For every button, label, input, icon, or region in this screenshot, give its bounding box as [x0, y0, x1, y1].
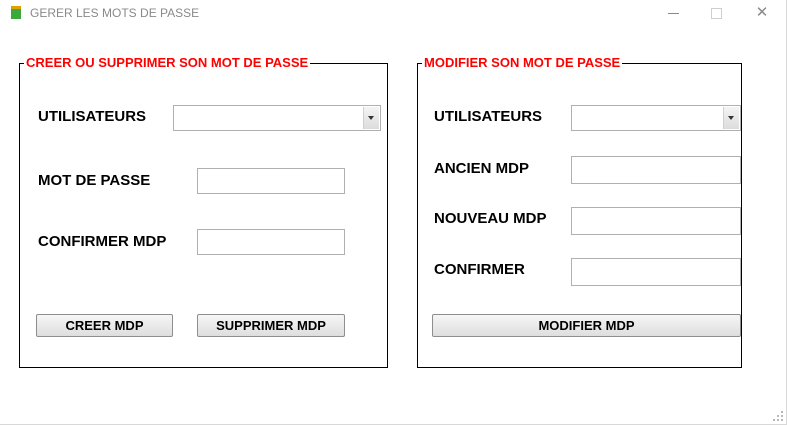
- delete-password-button[interactable]: SUPPRIMER MDP: [197, 314, 345, 337]
- password-label: MOT DE PASSE: [38, 172, 151, 189]
- modify-users-combobox[interactable]: [571, 105, 741, 131]
- create-delete-group-title: CREER OU SUPPRIMER SON MOT DE PASSE: [24, 55, 311, 70]
- main-window: GERER LES MOTS DE PASSE ✕ CREER OU SUPPR…: [0, 0, 787, 425]
- create-delete-groupbox: CREER OU SUPPRIMER SON MOT DE PASSE UTIL…: [19, 55, 388, 368]
- title-bar[interactable]: GERER LES MOTS DE PASSE ✕: [0, 0, 786, 26]
- old-password-input[interactable]: [571, 156, 741, 184]
- old-password-label: ANCIEN MDP: [434, 160, 530, 177]
- confirm-password-label: CONFIRMER MDP: [38, 233, 167, 250]
- new-password-input[interactable]: [571, 207, 741, 235]
- resize-grip-icon[interactable]: [773, 411, 783, 421]
- create-password-button[interactable]: CREER MDP: [36, 314, 173, 337]
- chevron-down-icon: [368, 116, 374, 120]
- modify-group-title: MODIFIER SON MOT DE PASSE: [422, 55, 623, 70]
- chevron-down-icon: [728, 116, 734, 120]
- modify-groupbox: MODIFIER SON MOT DE PASSE UTILISATEURS A…: [417, 55, 742, 368]
- users-label: UTILISATEURS: [38, 108, 147, 125]
- password-input[interactable]: [197, 168, 345, 194]
- users-combobox[interactable]: [173, 105, 381, 131]
- window-title: GERER LES MOTS DE PASSE: [30, 6, 200, 20]
- maximize-icon: [711, 8, 722, 19]
- modify-users-combobox-dropdown-button[interactable]: [723, 107, 739, 129]
- app-icon: [11, 6, 21, 19]
- close-button[interactable]: ✕: [748, 2, 776, 24]
- modify-password-button[interactable]: MODIFIER MDP: [432, 314, 741, 337]
- new-password-label: NOUVEAU MDP: [434, 210, 547, 227]
- users-combobox-dropdown-button[interactable]: [363, 107, 379, 129]
- modify-users-label: UTILISATEURS: [434, 108, 543, 125]
- maximize-button[interactable]: [702, 2, 730, 24]
- confirm-password-input[interactable]: [197, 229, 345, 255]
- modify-confirm-input[interactable]: [571, 258, 741, 286]
- modify-confirm-label: CONFIRMER: [434, 261, 525, 278]
- minimize-button[interactable]: [660, 2, 688, 24]
- minimize-icon: [668, 13, 679, 14]
- close-icon: ✕: [755, 4, 769, 21]
